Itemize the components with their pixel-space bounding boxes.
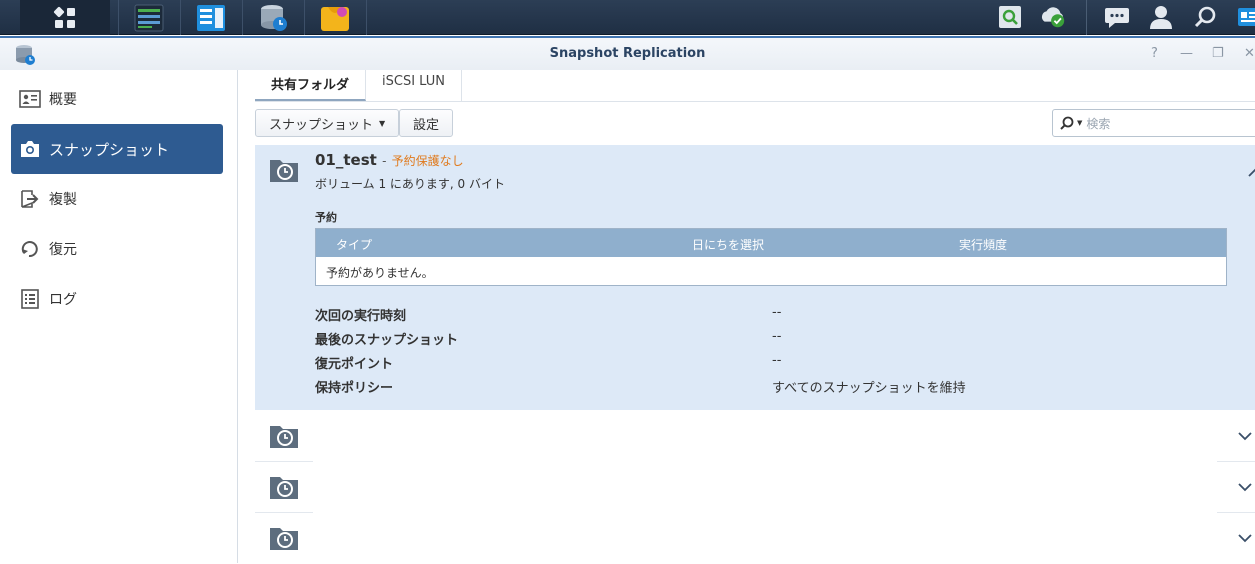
main-menu-button[interactable]	[20, 0, 110, 35]
folder-protection-status: 予約保護なし	[391, 154, 464, 168]
sidebar-item-snapshot[interactable]: スナップショット	[11, 124, 223, 174]
sidebar-item-label: 複製	[49, 192, 77, 208]
taskbar	[0, 0, 1255, 35]
folder-name: 01_test	[315, 151, 377, 169]
taskbar-separator	[1086, 0, 1087, 35]
restore-icon	[19, 238, 41, 260]
folder-snapshot-icon	[270, 528, 298, 550]
detail-label: 最後のスナップショット	[315, 333, 459, 348]
chevron-down-icon[interactable]	[1237, 428, 1253, 444]
cloud-sync-icon[interactable]	[1039, 3, 1067, 31]
search-placeholder: 検索	[1086, 116, 1111, 131]
folder-volume-info: ボリューム 1 にあります, 0 バイト	[315, 177, 505, 191]
column-header-date[interactable]: 日にちを選択	[692, 236, 764, 253]
schedule-empty-message: 予約がありません。	[326, 266, 434, 280]
close-button[interactable]: ✕	[1244, 46, 1255, 61]
detail-label: 次回の実行時刻	[315, 309, 407, 324]
snapshot-dropdown-button[interactable]: スナップショット ▼	[255, 109, 400, 137]
taskbar-app-snapshot-replication[interactable]	[243, 0, 303, 35]
tab-iscsi-lun[interactable]: iSCSI LUN	[366, 70, 463, 101]
shared-folder-row[interactable]	[255, 513, 1255, 564]
chat-icon[interactable]	[1103, 3, 1131, 31]
search-icon[interactable]	[1191, 3, 1219, 31]
sidebar: 概要 スナップショット 複製 復元 ログ	[0, 70, 238, 563]
main-content: 共有フォルダ iSCSI LUN スナップショット ▼ 設定 ▼ 検索 01_t…	[239, 70, 1255, 563]
resource-monitor-icon	[134, 4, 164, 31]
snapshot-replication-icon	[261, 4, 287, 31]
tab-shared-folder[interactable]: 共有フォルダ	[255, 70, 367, 101]
folder-snapshot-icon	[270, 160, 298, 182]
help-button[interactable]: ?	[1151, 46, 1158, 61]
settings-button[interactable]: 設定	[399, 109, 454, 137]
chevron-down-icon[interactable]	[1237, 530, 1253, 546]
tab-divider	[255, 101, 1255, 102]
taskbar-app-package-center[interactable]	[305, 0, 365, 35]
chevron-down-icon[interactable]	[1237, 479, 1253, 495]
folder-separator: -	[382, 154, 387, 168]
camera-icon	[19, 138, 41, 160]
column-header-frequency[interactable]: 実行頻度	[959, 236, 1007, 253]
sidebar-item-label: ログ	[49, 292, 77, 308]
search-caret-icon: ▼	[1077, 119, 1083, 127]
shared-folder-panel-expanded[interactable]: 01_test - 予約保護なし ボリューム 1 にあります, 0 バイト 予約…	[255, 145, 1255, 410]
sidebar-item-overview[interactable]: 概要	[11, 74, 223, 124]
schedule-label: 予約	[315, 211, 337, 224]
sidebar-item-label: 復元	[49, 242, 77, 258]
user-icon[interactable]	[1147, 3, 1175, 31]
sidebar-item-log[interactable]: ログ	[11, 274, 223, 324]
taskbar-app-resource-monitor[interactable]	[119, 0, 179, 35]
taskbar-app-info-center[interactable]	[181, 0, 241, 35]
shared-folder-row[interactable]	[255, 462, 1255, 513]
sidebar-item-restore[interactable]: 復元	[11, 224, 223, 274]
detail-value: --	[772, 305, 782, 320]
snapshot-button-label: スナップショット	[269, 117, 374, 133]
package-center-icon	[321, 6, 349, 31]
chevron-up-icon[interactable]	[1247, 165, 1255, 181]
window-titlebar: Snapshot Replication ? — ❐ ✕	[0, 36, 1255, 70]
main-menu-icon	[53, 6, 75, 28]
replication-icon	[19, 188, 41, 210]
log-icon	[19, 288, 41, 310]
restore-button[interactable]: ❐	[1212, 46, 1224, 61]
detail-label: 復元ポイント	[315, 357, 394, 372]
search-app-icon[interactable]	[996, 3, 1024, 31]
widget-icon[interactable]	[1234, 3, 1255, 31]
column-header-type[interactable]: タイプ	[336, 236, 372, 253]
detail-value: --	[772, 353, 782, 368]
folder-snapshot-icon	[270, 477, 298, 499]
search-icon	[1060, 116, 1074, 130]
sidebar-item-label: 概要	[49, 92, 77, 108]
folder-name-line: 01_test - 予約保護なし	[315, 151, 464, 169]
schedule-table: タイプ 日にちを選択 実行頻度 予約がありません。	[315, 228, 1227, 286]
shared-folder-row[interactable]	[255, 411, 1255, 462]
info-center-icon	[197, 4, 225, 31]
sidebar-item-replication[interactable]: 複製	[11, 174, 223, 224]
sidebar-item-label: スナップショット	[49, 140, 170, 159]
window-title: Snapshot Replication	[549, 46, 706, 61]
detail-value: --	[772, 329, 782, 344]
detail-value: すべてのスナップショットを維持	[772, 381, 966, 396]
minimize-button[interactable]: —	[1180, 46, 1193, 61]
overview-icon	[19, 88, 41, 110]
folder-snapshot-icon	[270, 426, 298, 448]
caret-down-icon: ▼	[379, 118, 386, 128]
settings-button-label: 設定	[413, 117, 440, 133]
tab-bar: 共有フォルダ iSCSI LUN	[255, 70, 463, 101]
detail-label: 保持ポリシー	[315, 381, 394, 396]
search-field[interactable]: ▼ 検索	[1052, 109, 1255, 137]
schedule-table-header: タイプ 日にちを選択 実行頻度	[316, 229, 1226, 257]
taskbar-separator	[366, 0, 367, 35]
